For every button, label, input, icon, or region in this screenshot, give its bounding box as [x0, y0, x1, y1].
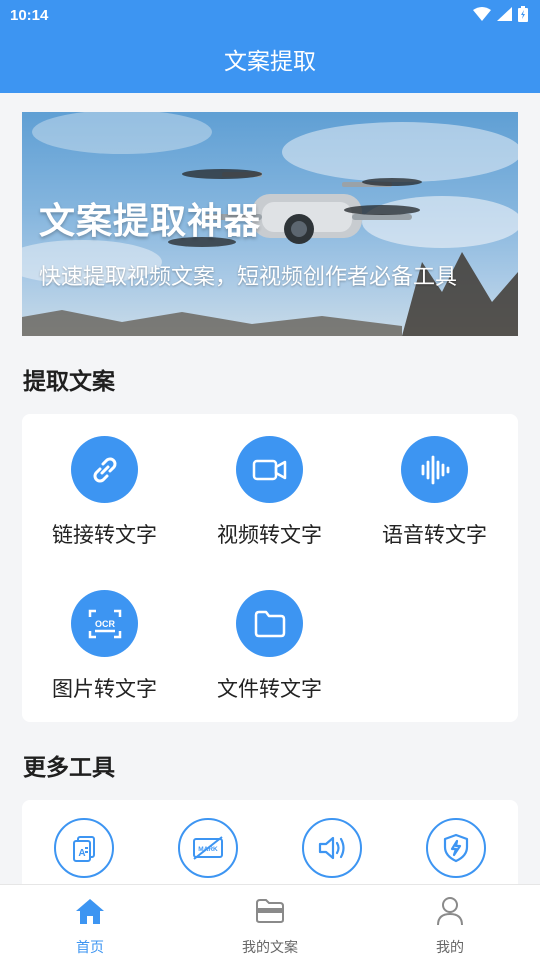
- signal-icon: [497, 7, 512, 21]
- link-icon: [71, 436, 138, 503]
- nav-label: 首页: [76, 940, 104, 956]
- status-icons: [473, 6, 528, 22]
- nav-profile[interactable]: 我的: [360, 885, 540, 960]
- link-to-text-button[interactable]: 链接转文字: [22, 436, 187, 549]
- nav-my-copies[interactable]: 我的文案: [180, 885, 360, 960]
- document-text-icon[interactable]: A: [54, 818, 114, 878]
- banner-subtitle: 快速提取视频文案，短视频创作者必备工具: [39, 265, 458, 290]
- more-tools-card: A MARK: [22, 800, 518, 884]
- nav-label: 我的: [436, 940, 464, 956]
- watermark-remove-icon[interactable]: MARK: [178, 818, 238, 878]
- tool-label: 语音转文字: [382, 523, 487, 547]
- extract-section-title: 提取文案: [23, 369, 115, 395]
- user-icon: [360, 895, 540, 927]
- battery-icon: [518, 6, 528, 22]
- home-icon: [0, 895, 180, 927]
- video-camera-icon: [236, 436, 303, 503]
- banner[interactable]: 文案提取神器 快速提取视频文案，短视频创作者必备工具: [22, 112, 518, 336]
- extract-tools-card: 链接转文字 视频转文字 语音转文字 OCR 图片转文字 文件转文字: [22, 414, 518, 722]
- tool-label: 链接转文字: [52, 523, 157, 547]
- image-to-text-button[interactable]: OCR 图片转文字: [22, 590, 187, 703]
- mark-icon-text: MARK: [198, 846, 218, 853]
- file-to-text-button[interactable]: 文件转文字: [187, 590, 352, 703]
- more-tools-section-title: 更多工具: [23, 755, 115, 781]
- status-time: 10:14: [10, 7, 49, 24]
- bottom-nav: 首页 我的文案 我的: [0, 884, 540, 960]
- voice-to-text-button[interactable]: 语音转文字: [352, 436, 517, 549]
- folder-icon: [180, 895, 360, 927]
- shield-icon[interactable]: [426, 818, 486, 878]
- banner-title: 文案提取神器: [39, 201, 262, 242]
- svg-text:A: A: [78, 848, 85, 859]
- wifi-icon: [473, 7, 491, 21]
- nav-home[interactable]: 首页: [0, 885, 180, 960]
- waveform-icon: [401, 436, 468, 503]
- speaker-icon[interactable]: [302, 818, 362, 878]
- page-title: 文案提取: [224, 49, 316, 75]
- ocr-scan-icon: OCR: [71, 590, 138, 657]
- tool-label: 视频转文字: [217, 523, 322, 547]
- tool-label: 图片转文字: [52, 677, 157, 701]
- ocr-icon-text: OCR: [95, 619, 116, 629]
- video-to-text-button[interactable]: 视频转文字: [187, 436, 352, 549]
- folder-icon: [236, 590, 303, 657]
- app-bar: 文案提取: [0, 32, 540, 93]
- tool-label: 文件转文字: [217, 677, 322, 701]
- status-bar: 10:14: [0, 0, 540, 32]
- nav-label: 我的文案: [242, 940, 298, 956]
